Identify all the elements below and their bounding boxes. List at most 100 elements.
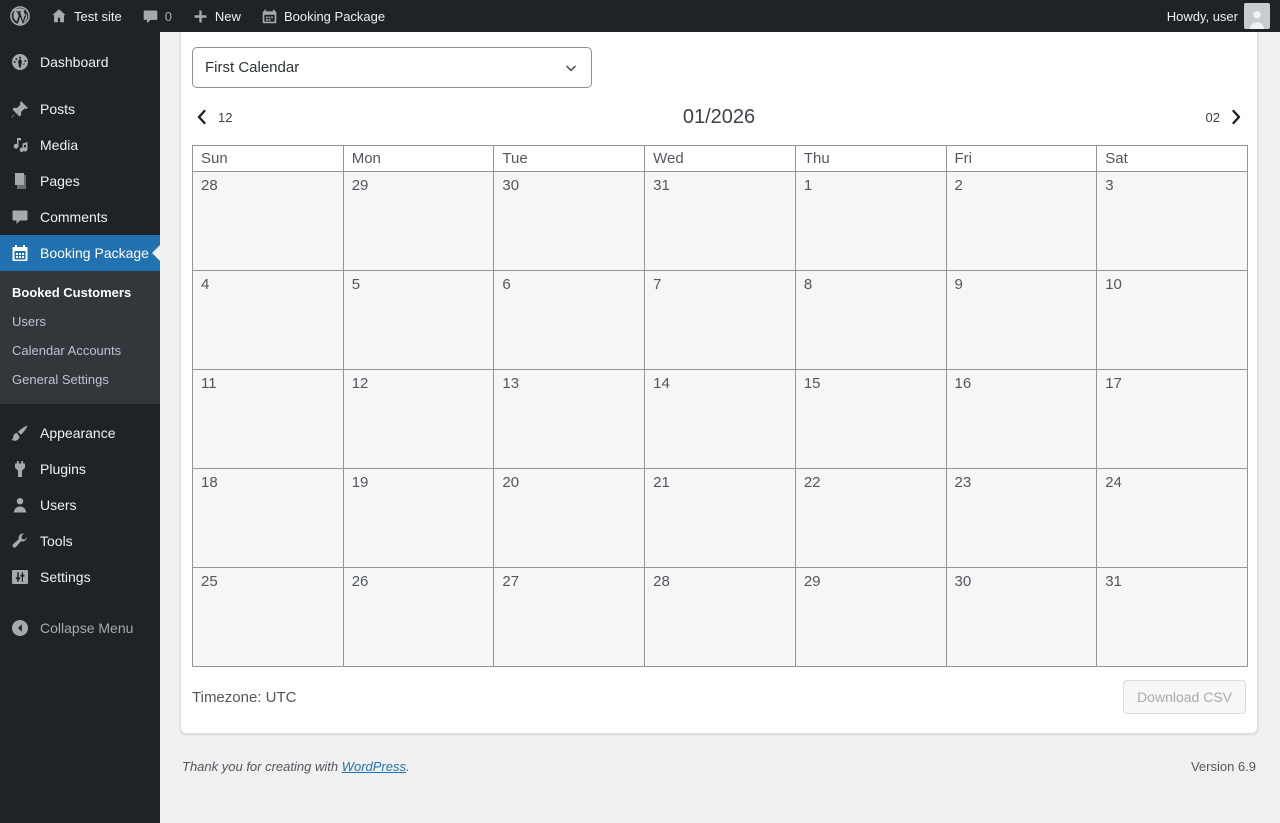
version-text: Version 6.9 xyxy=(1190,759,1256,774)
new-content-menu[interactable]: New xyxy=(182,0,251,32)
calendar-day-cell[interactable]: 13 xyxy=(493,369,646,469)
calendar-week-row: 25 26 27 28 29 30 31 xyxy=(192,567,1248,667)
calendar-day-cell[interactable]: 28 xyxy=(192,171,344,271)
sidebar-item-tools[interactable]: Tools xyxy=(0,523,160,559)
calendar-day-cell[interactable]: 31 xyxy=(1096,567,1248,667)
wordpress-logo-menu[interactable] xyxy=(0,0,40,32)
calendar-day-cell[interactable]: 8 xyxy=(794,270,947,370)
weekday-header-sat: Sat xyxy=(1096,145,1248,172)
calendar-day-cell[interactable]: 19 xyxy=(342,468,495,568)
sidebar-item-dashboard[interactable]: Dashboard xyxy=(0,44,160,80)
howdy-text: Howdy, user xyxy=(1166,8,1238,24)
calendar-select-value: First Calendar xyxy=(205,59,300,76)
calendar-day-cell[interactable]: 7 xyxy=(644,270,796,370)
sidebar-item-label: Tools xyxy=(40,533,73,549)
calendar-day-cell[interactable]: 28 xyxy=(644,567,796,667)
submenu-item-users[interactable]: Users xyxy=(0,307,160,336)
calendar-day-cell[interactable]: 16 xyxy=(945,369,1098,469)
calendar-day-cell[interactable]: 6 xyxy=(493,270,646,370)
avatar xyxy=(1244,3,1270,29)
calendar-day-cell[interactable]: 30 xyxy=(945,567,1098,667)
submenu-item-calendar-accounts[interactable]: Calendar Accounts xyxy=(0,336,160,365)
brush-icon xyxy=(10,423,30,443)
calendar-day-cell[interactable]: 21 xyxy=(644,468,796,568)
calendar-day-cell[interactable]: 3 xyxy=(1096,171,1248,271)
comments-shortcut[interactable]: 0 xyxy=(132,0,182,32)
new-label: New xyxy=(214,8,241,24)
calendar-week-row: 28 29 30 31 1 2 3 xyxy=(192,171,1248,271)
plus-icon xyxy=(192,8,209,25)
sidebar-item-label: Posts xyxy=(40,101,76,117)
site-name: Test site xyxy=(74,8,122,24)
sidebar-item-label: Collapse Menu xyxy=(40,620,134,636)
calendar-day-cell[interactable]: 24 xyxy=(1096,468,1248,568)
weekday-header-sun: Sun xyxy=(192,145,344,172)
page-footer: Thank you for creating with WordPress. V… xyxy=(180,734,1258,774)
calendar-day-cell[interactable]: 10 xyxy=(1096,270,1248,370)
comments-icon xyxy=(10,207,30,227)
calendar-day-cell[interactable]: 4 xyxy=(192,270,344,370)
sidebar-item-settings[interactable]: Settings xyxy=(0,559,160,595)
calendar-day-cell[interactable]: 14 xyxy=(644,369,796,469)
wrench-icon xyxy=(10,531,30,551)
sidebar-item-plugins[interactable]: Plugins xyxy=(0,451,160,487)
next-month-button[interactable]: 02 xyxy=(1206,107,1246,127)
month-navigation: 12 01/2026 02 xyxy=(192,101,1246,133)
calendar-day-cell[interactable]: 23 xyxy=(945,468,1098,568)
calendar-day-cell[interactable]: 17 xyxy=(1096,369,1248,469)
sidebar-item-comments[interactable]: Comments xyxy=(0,199,160,235)
calendar-day-cell[interactable]: 29 xyxy=(794,567,947,667)
sidebar-item-posts[interactable]: Posts xyxy=(0,91,160,127)
sidebar-item-appearance[interactable]: Appearance xyxy=(0,415,160,451)
booking-package-submenu: Booked Customers Users Calendar Accounts Ge… xyxy=(0,271,160,404)
calendar-day-cell[interactable]: 26 xyxy=(342,567,495,667)
wordpress-link[interactable]: WordPress xyxy=(342,759,406,774)
calendar-day-cell[interactable]: 15 xyxy=(794,369,947,469)
weekday-header-wed: Wed xyxy=(644,145,796,172)
calendar-day-cell[interactable]: 27 xyxy=(493,567,646,667)
calendar-day-cell[interactable]: 12 xyxy=(342,369,495,469)
sidebar-item-pages[interactable]: Pages xyxy=(0,163,160,199)
calendar-day-cell[interactable]: 29 xyxy=(342,171,495,271)
calendar-day-cell[interactable]: 11 xyxy=(192,369,344,469)
calendar-day-cell[interactable]: 9 xyxy=(945,270,1098,370)
calendar-select[interactable]: First Calendar xyxy=(192,47,592,88)
calendar-icon xyxy=(10,243,30,263)
calendar-footer: Timezone: UTC Download CSV xyxy=(192,675,1246,719)
submenu-item-booked-customers[interactable]: Booked Customers xyxy=(0,278,160,307)
timezone-label: Timezone: UTC xyxy=(192,688,297,706)
booking-package-shortcut[interactable]: Booking Package xyxy=(251,0,395,32)
sidebar-item-users[interactable]: Users xyxy=(0,487,160,523)
sidebar-item-media[interactable]: Media xyxy=(0,127,160,163)
chevron-left-icon xyxy=(192,107,212,127)
calendar-week-row: 18 19 20 21 22 23 24 xyxy=(192,468,1248,568)
user-icon xyxy=(10,495,30,515)
calendar-day-cell[interactable]: 18 xyxy=(192,468,344,568)
calendar-day-cell[interactable]: 31 xyxy=(644,171,796,271)
calendar-day-cell[interactable]: 5 xyxy=(342,270,495,370)
submenu-item-general-settings[interactable]: General Settings xyxy=(0,365,160,394)
sidebar-item-label: Plugins xyxy=(40,461,86,477)
chevron-right-icon xyxy=(1226,107,1246,127)
menu-separator xyxy=(0,80,160,91)
calendar-day-cell[interactable]: 1 xyxy=(794,171,947,271)
comments-count: 0 xyxy=(164,8,172,24)
download-csv-button[interactable]: Download CSV xyxy=(1123,680,1246,714)
home-icon xyxy=(50,7,68,25)
sidebar-item-booking-package[interactable]: Booking Package xyxy=(0,235,160,271)
calendar-day-cell[interactable]: 25 xyxy=(192,567,344,667)
prev-month-number: 12 xyxy=(218,109,233,125)
weekday-header-tue: Tue xyxy=(493,145,646,172)
sidebar-item-label: Pages xyxy=(40,173,80,189)
calendar-day-cell[interactable]: 20 xyxy=(493,468,646,568)
weekday-header-mon: Mon xyxy=(342,145,495,172)
calendar-day-cell[interactable]: 30 xyxy=(493,171,646,271)
calendar-day-cell[interactable]: 2 xyxy=(945,171,1098,271)
sidebar-item-collapse-menu[interactable]: Collapse Menu xyxy=(0,610,160,646)
calendar-week-row: 11 12 13 14 15 16 17 xyxy=(192,369,1248,469)
account-menu[interactable]: Howdy, user xyxy=(1157,0,1280,32)
calendar-day-cell[interactable]: 22 xyxy=(794,468,947,568)
site-link[interactable]: Test site xyxy=(40,0,132,32)
comment-bubble-icon xyxy=(142,8,159,25)
prev-month-button[interactable]: 12 xyxy=(192,107,232,127)
